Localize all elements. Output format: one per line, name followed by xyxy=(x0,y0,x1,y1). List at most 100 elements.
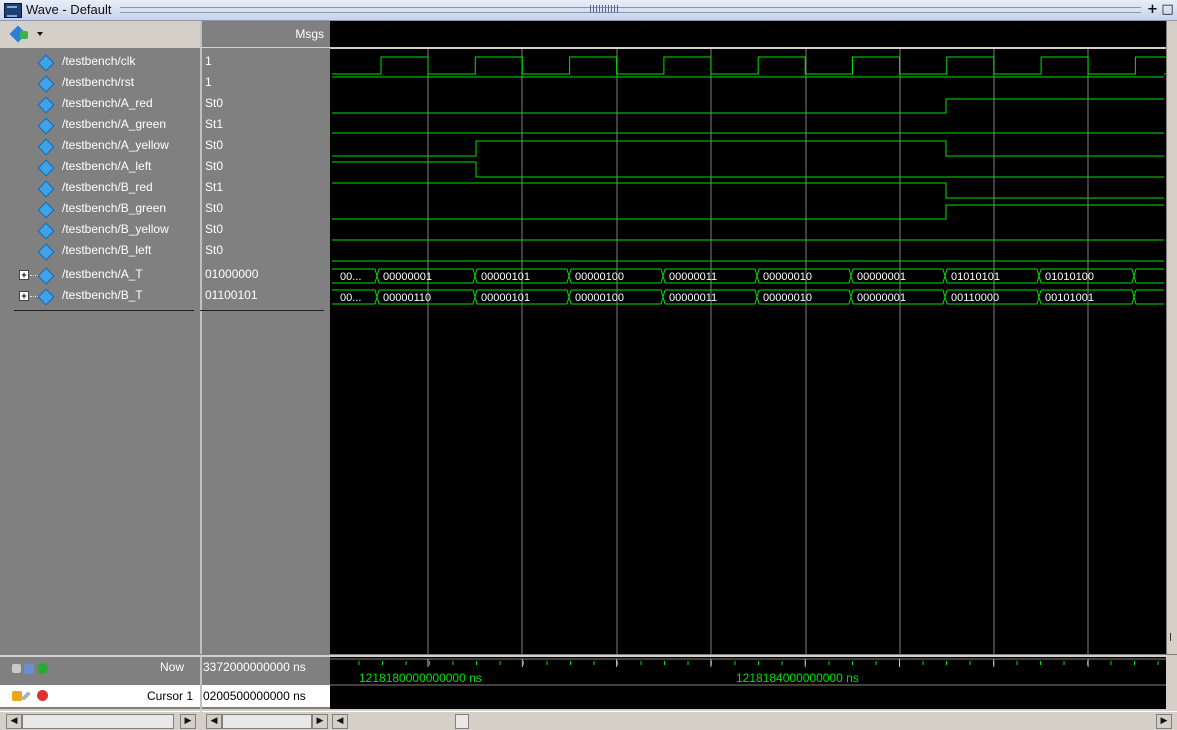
wave-clk xyxy=(332,56,1166,75)
signal-value: St0 xyxy=(205,201,224,215)
signal-value: St0 xyxy=(205,159,224,173)
signal-value: 1 xyxy=(205,54,212,68)
selection-divider xyxy=(14,310,194,311)
signal-row[interactable]: + /testbench/A_T xyxy=(0,265,200,285)
cursor-label[interactable]: Cursor 1 xyxy=(147,689,193,703)
selection-divider xyxy=(200,310,324,311)
signal-row[interactable]: /testbench/B_left xyxy=(0,241,200,261)
wrench-icon[interactable] xyxy=(21,691,31,701)
signal-row[interactable]: + /testbench/B_T xyxy=(0,286,200,306)
zoom-icon[interactable] xyxy=(12,664,21,673)
signal-name: /testbench/A_red xyxy=(62,96,153,110)
signal-name: /testbench/B_yellow xyxy=(62,222,169,236)
bus-b-t-value: 00110000 xyxy=(951,292,999,304)
signal-icon xyxy=(37,243,55,261)
bus-b-t-value: 00000101 xyxy=(481,292,530,304)
signal-values-pane: 1 1 St0 St1 St0 St0 St1 St0 St0 St0 0100… xyxy=(200,48,330,654)
signal-row[interactable]: /testbench/B_yellow xyxy=(0,220,200,240)
signal-row[interactable]: /testbench/A_green xyxy=(0,115,200,135)
wave-a-left xyxy=(332,161,1164,178)
undock-icon[interactable]: □ xyxy=(1161,3,1174,16)
signal-icon xyxy=(37,54,55,72)
signal-row[interactable]: /testbench/A_left xyxy=(0,157,200,177)
signal-name: /testbench/A_yellow xyxy=(62,138,169,152)
signal-value: 1 xyxy=(205,75,212,89)
signal-row[interactable]: /testbench/B_red xyxy=(0,178,200,198)
signal-name: /testbench/A_left xyxy=(62,159,152,173)
time-ruler-canvas: 1218180000000000 ns 1218184000000000 ns xyxy=(330,658,1166,686)
waveform-canvas[interactable]: 00... 00000001 00000101 00000100 00000011 000… xyxy=(330,21,1166,654)
bus-a-t-value: 01010101 xyxy=(951,271,1000,283)
add-cursor-icon[interactable] xyxy=(37,663,48,674)
scroll-right-icon[interactable]: ▶ xyxy=(312,714,328,729)
time-label-2: 1218184000000000 ns xyxy=(736,671,859,685)
signal-name: /testbench/B_green xyxy=(62,201,167,215)
signal-value: 01100101 xyxy=(205,288,258,302)
bus-a-t-value: 00000101 xyxy=(481,271,530,283)
scroll-left-icon[interactable]: ◀ xyxy=(332,714,348,729)
signal-icon xyxy=(37,138,55,156)
signal-value: St0 xyxy=(205,222,224,236)
drag-handle-icon[interactable] xyxy=(590,5,620,13)
expand-icon[interactable]: + xyxy=(19,291,40,301)
vertical-scrollbar[interactable] xyxy=(1166,21,1177,654)
wave-window-icon xyxy=(4,3,22,18)
scroll-thumb[interactable] xyxy=(455,714,469,729)
signal-row[interactable]: /testbench/A_red xyxy=(0,94,200,114)
scroll-thumb[interactable] xyxy=(222,714,312,729)
signal-icon xyxy=(37,75,55,93)
cursor-value[interactable]: 0200500000000 ns xyxy=(203,689,306,703)
scroll-right-icon[interactable]: ▶ xyxy=(1156,714,1172,729)
bus-a-t-value: 00000001 xyxy=(857,271,906,283)
time-label-1: 1218180000000000 ns xyxy=(359,671,482,685)
chevron-down-icon[interactable] xyxy=(37,32,43,36)
bus-b-t-value: 00000001 xyxy=(857,292,906,304)
signal-icon xyxy=(37,159,55,177)
wave-a-yellow xyxy=(332,140,1164,157)
signal-value: St0 xyxy=(205,96,224,110)
add-pane-icon[interactable]: + xyxy=(1146,3,1159,16)
window-icon[interactable] xyxy=(24,664,34,674)
waveform-pane[interactable]: 00... 00000001 00000101 00000100 00000011 000… xyxy=(330,21,1166,654)
bus-b-t-value: 00000010 xyxy=(763,292,812,304)
bus-a-t-value: 00000001 xyxy=(383,271,432,283)
signal-icon xyxy=(37,96,55,114)
wave-hscroll[interactable]: ◀ ▶ xyxy=(330,711,1177,730)
bus-a-t-value: 00... xyxy=(340,271,361,283)
expand-icon[interactable]: + xyxy=(19,270,40,280)
scroll-marker xyxy=(1170,633,1177,641)
signal-name: /testbench/B_left xyxy=(62,243,152,257)
signal-icon xyxy=(37,288,55,306)
bus-a-t-value: 00000010 xyxy=(763,271,812,283)
signal-value: St1 xyxy=(205,180,224,194)
signal-value: 01000000 xyxy=(205,267,259,281)
signal-name: /testbench/A_T xyxy=(62,267,143,281)
wave-b-red xyxy=(332,182,1164,199)
signal-value: St0 xyxy=(205,138,224,152)
remove-cursor-icon[interactable] xyxy=(37,690,48,701)
signal-icon xyxy=(37,267,55,285)
names-hscroll[interactable]: ◀ ▶ xyxy=(0,711,200,730)
now-value: 3372000000000 ns xyxy=(203,660,306,674)
signal-icon xyxy=(37,201,55,219)
signal-row[interactable]: /testbench/clk xyxy=(0,52,200,72)
signal-row[interactable]: /testbench/A_yellow xyxy=(0,136,200,156)
signal-row[interactable]: /testbench/B_green xyxy=(0,199,200,219)
cursor-toolbar-icons[interactable] xyxy=(12,689,62,705)
now-toolbar-icons[interactable] xyxy=(12,662,62,678)
wave-b-green xyxy=(332,204,1164,220)
lock-icon[interactable] xyxy=(12,691,22,701)
bus-b-t-value: 00000011 xyxy=(669,292,717,304)
title-bar: Wave - Default + □ xyxy=(0,0,1177,21)
scroll-right-icon[interactable]: ▶ xyxy=(180,714,196,729)
title-grip[interactable] xyxy=(120,7,1141,13)
scroll-left-icon[interactable]: ◀ xyxy=(206,714,222,729)
scroll-thumb[interactable] xyxy=(22,714,174,729)
bus-b-t-value: 00... xyxy=(340,292,361,304)
values-hscroll[interactable]: ◀ ▶ xyxy=(202,711,330,730)
scroll-left-icon[interactable]: ◀ xyxy=(6,714,22,729)
signal-row[interactable]: /testbench/rst xyxy=(0,73,200,93)
time-ruler[interactable]: 1218180000000000 ns 1218184000000000 ns xyxy=(330,657,1166,709)
bus-a-t-value: 01010100 xyxy=(1045,271,1094,283)
add-wave-icon[interactable] xyxy=(9,25,30,43)
